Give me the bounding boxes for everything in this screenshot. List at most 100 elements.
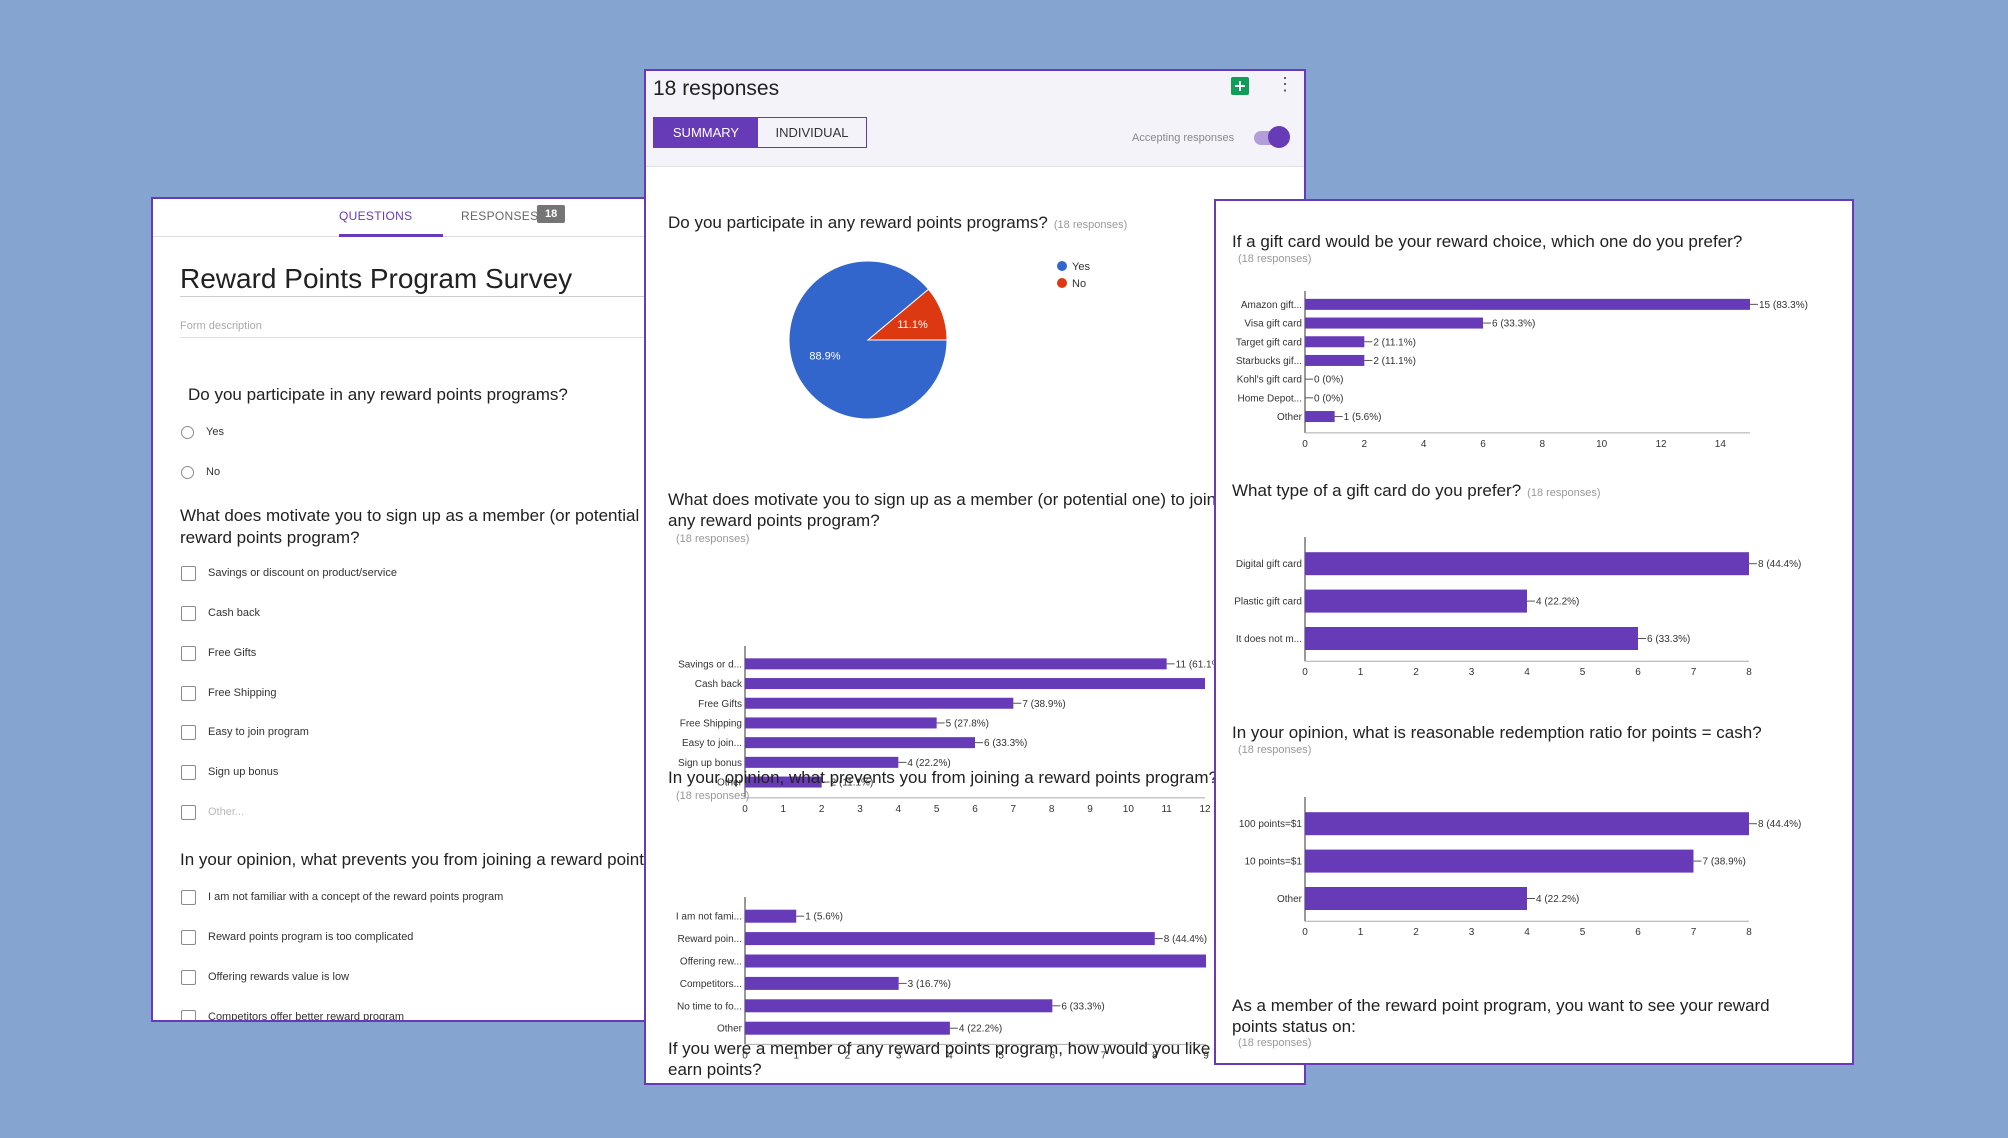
checkbox-icon[interactable]	[181, 645, 196, 661]
x-tick-label: 6	[972, 804, 978, 815]
tab-questions[interactable]: QUESTIONS	[339, 209, 412, 223]
category-label: Free Shipping	[680, 718, 742, 729]
x-tick-label: 6	[1480, 439, 1486, 450]
bar	[1305, 589, 1527, 613]
bar	[745, 932, 1155, 946]
option-sign-up-bonus[interactable]: Sign up bonus	[181, 764, 278, 780]
x-tick-label: 4	[1421, 439, 1427, 450]
chart-title-earn-line1: If you were a member of any reward point…	[668, 1039, 1230, 1058]
radio-icon[interactable]	[181, 465, 194, 479]
option-value-low[interactable]: Offering rewards value is low	[181, 969, 349, 985]
category-label: Kohl's gift card	[1237, 375, 1302, 386]
radio-icon[interactable]	[181, 425, 194, 439]
x-tick-label: 12	[1199, 804, 1211, 815]
chart-title-status-line1: As a member of the reward point program,…	[1232, 996, 1770, 1015]
option-label: Reward points program is too complicated	[208, 931, 414, 943]
chart-title-earn-line2: earn points?	[668, 1060, 762, 1079]
form-tabs: QUESTIONS RESPONSES 18	[153, 199, 666, 237]
checkbox-icon[interactable]	[181, 565, 196, 581]
option-free-shipping[interactable]: Free Shipping	[181, 685, 277, 701]
bar	[745, 954, 1206, 968]
summary-tab[interactable]: SUMMARY	[654, 118, 758, 147]
responses-summary-panel: 18 responses ⋮ SUMMARY INDIVIDUAL Accept…	[644, 69, 1306, 1085]
category-label: Digital gift card	[1236, 559, 1302, 570]
option-other[interactable]: Other...	[181, 804, 244, 820]
data-label: 6 (33.3%)	[1492, 319, 1535, 330]
option-label: No	[206, 466, 221, 478]
category-label: Easy to join...	[682, 738, 742, 749]
x-tick-label: 2	[819, 804, 825, 815]
spreadsheet-icon[interactable]	[1231, 77, 1249, 95]
response-count: (18 responses)	[676, 533, 750, 545]
data-label: 4 (22.2%)	[1536, 894, 1579, 905]
question-motivate-line1[interactable]: What does motivate you to sign up as a m…	[180, 505, 666, 527]
x-tick-label: 5	[1580, 667, 1586, 678]
chart-title-motivate-line1: What does motivate you to sign up as a m…	[668, 490, 1217, 509]
data-label: 3 (16.7%)	[908, 979, 951, 990]
data-label: 5 (27.8%)	[946, 718, 989, 729]
data-label: 1 (5.6%)	[805, 912, 843, 923]
category-label: Offering rew...	[680, 957, 742, 968]
category-label: Other	[717, 1024, 743, 1035]
question-participate[interactable]: Do you participate in any reward points …	[188, 384, 568, 406]
individual-tab[interactable]: INDIVIDUAL	[758, 118, 866, 147]
option-savings[interactable]: Savings or discount on product/service	[181, 565, 397, 581]
checkbox-icon[interactable]	[181, 804, 196, 820]
category-label: Other	[1277, 894, 1303, 905]
tab-responses[interactable]: RESPONSES	[461, 209, 538, 223]
data-label: 0 (0%)	[1314, 375, 1343, 386]
bar	[1305, 627, 1638, 650]
chart-title-participate: Do you participate in any reward points …	[668, 212, 1127, 236]
form-description[interactable]: Form description	[180, 320, 262, 332]
bar	[745, 737, 975, 749]
category-label: Savings or d...	[678, 659, 742, 670]
question-motivate-line2[interactable]: reward points program?	[180, 527, 360, 549]
checkbox-icon[interactable]	[181, 889, 196, 905]
toggle-knob[interactable]	[1268, 126, 1290, 148]
data-label: 7 (38.9%)	[1703, 857, 1746, 868]
x-tick-label: 8	[1746, 927, 1752, 938]
option-too-complicated[interactable]: Reward points program is too complicated	[181, 929, 413, 945]
checkbox-icon[interactable]	[181, 969, 196, 985]
option-label: Yes	[206, 426, 224, 438]
x-tick-label: 3	[1469, 667, 1475, 678]
x-tick-label: 6	[1635, 927, 1641, 938]
x-tick-label: 11	[1161, 804, 1172, 815]
bar	[745, 909, 797, 923]
x-tick-label: 5	[1580, 927, 1586, 938]
legend-marker	[1057, 278, 1067, 288]
legend-marker	[1057, 261, 1067, 271]
category-label: Other	[1277, 412, 1303, 423]
chart-title-status-line2: points status on:	[1232, 1017, 1356, 1036]
option-label: Other...	[208, 806, 245, 818]
checkbox-icon[interactable]	[181, 724, 196, 740]
more-options-icon[interactable]: ⋮	[1276, 75, 1294, 93]
checkbox-icon[interactable]	[181, 764, 196, 780]
checkbox-icon[interactable]	[181, 685, 196, 701]
option-not-familiar[interactable]: I am not familiar with a concept of the …	[181, 889, 503, 905]
bar	[745, 999, 1053, 1013]
option-competitors[interactable]: Competitors offer better reward program	[181, 1009, 404, 1020]
response-count: (18 responses)	[1053, 219, 1128, 231]
option-free-gifts[interactable]: Free Gifts	[181, 645, 256, 661]
x-tick-label: 10	[1123, 804, 1135, 815]
option-label: Savings or discount on product/service	[208, 567, 397, 579]
option-yes[interactable]: Yes	[181, 424, 224, 440]
checkbox-icon[interactable]	[181, 605, 196, 621]
question-prevents[interactable]: In your opinion, what prevents you from …	[180, 849, 666, 871]
form-title[interactable]: Reward Points Program Survey	[180, 263, 572, 295]
checkbox-icon[interactable]	[181, 929, 196, 945]
option-no[interactable]: No	[181, 464, 220, 480]
x-tick-label: 8	[1540, 439, 1546, 450]
bar	[745, 717, 937, 729]
checkbox-icon[interactable]	[181, 1009, 196, 1020]
title-underline	[180, 296, 666, 297]
option-cash-back[interactable]: Cash back	[181, 605, 260, 621]
x-tick-label: 3	[1469, 927, 1475, 938]
data-label: 7 (38.9%)	[1022, 699, 1065, 710]
category-label: Target gift card	[1236, 337, 1302, 348]
bar	[1305, 887, 1527, 910]
option-easy-join[interactable]: Easy to join program	[181, 724, 309, 740]
category-label: Cash back	[695, 679, 743, 690]
x-tick-label: 7	[1691, 927, 1697, 938]
